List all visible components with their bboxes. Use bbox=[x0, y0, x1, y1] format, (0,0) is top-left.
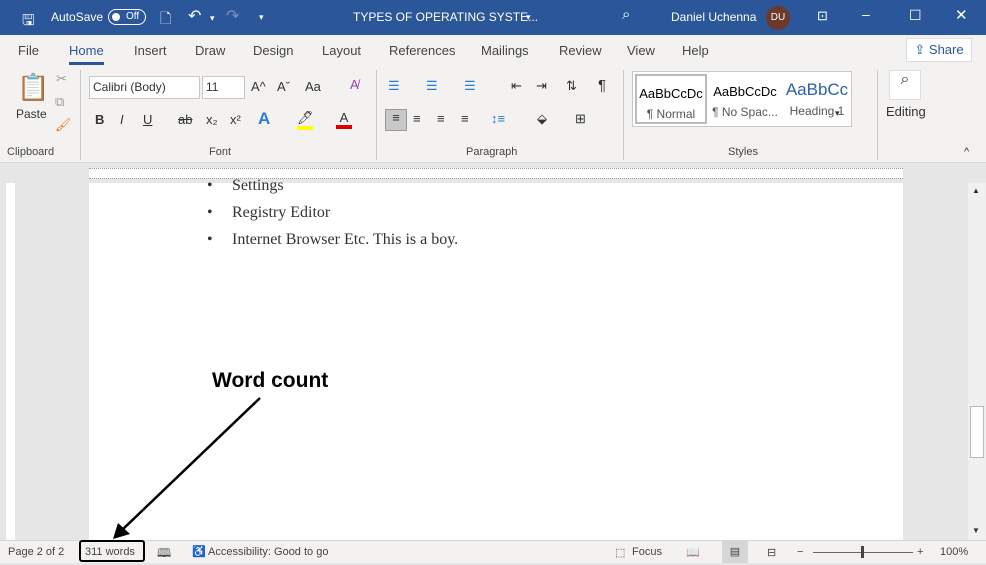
annotation-arrow bbox=[113, 397, 261, 539]
word-count-highlight-box bbox=[79, 540, 145, 562]
